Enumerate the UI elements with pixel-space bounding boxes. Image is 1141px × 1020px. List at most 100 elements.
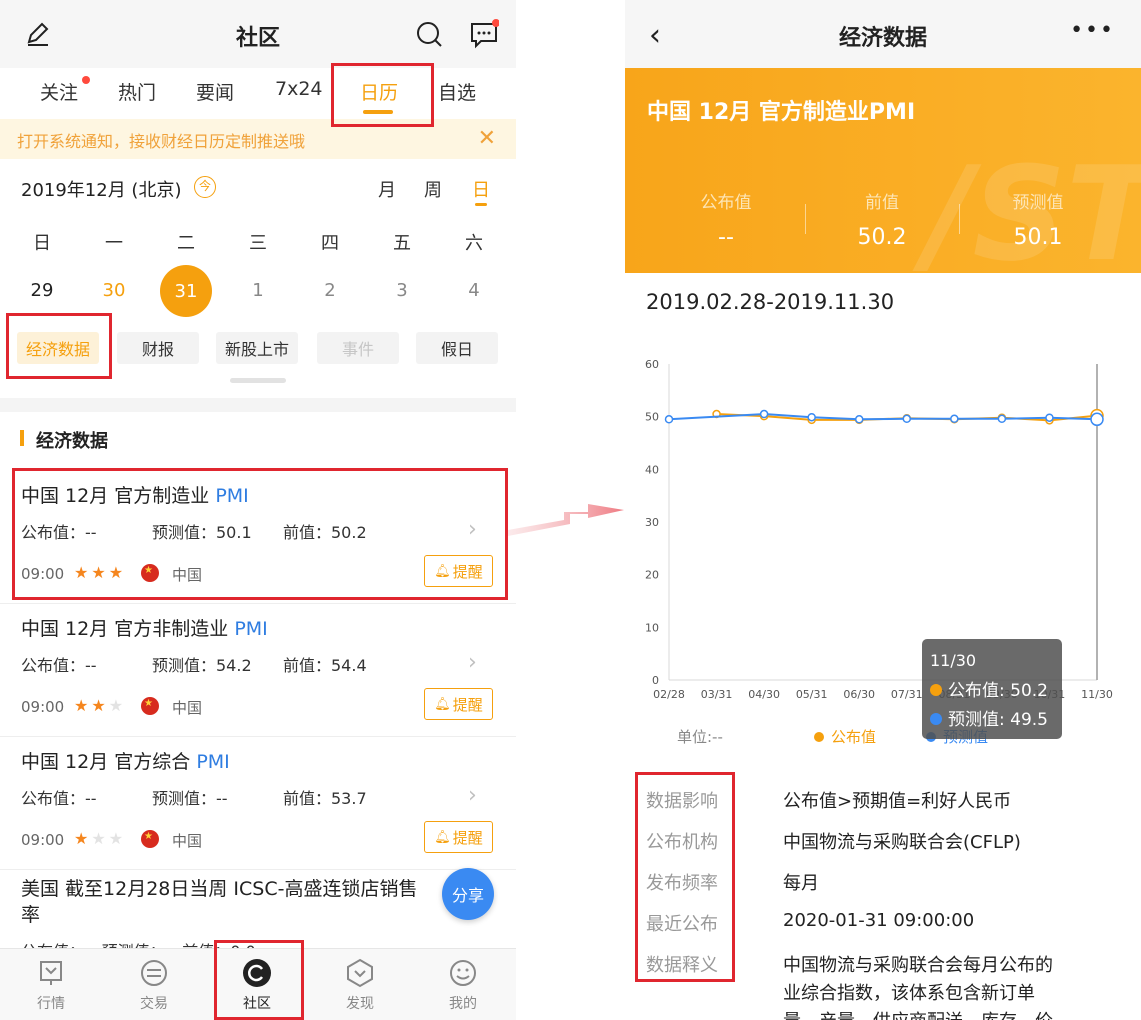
list-item[interactable]: 中国 12月 官方综合 PMI 公布值：-- 预测值：-- 前值：53.7 › … (0, 737, 516, 870)
divider (959, 204, 960, 234)
calendar-day[interactable]: 2 (310, 280, 350, 301)
tabbar-trade[interactable]: 交易 (124, 957, 184, 1013)
unread-dot (82, 76, 90, 84)
weekday-label: 日 (33, 233, 51, 254)
calendar-header: 2019年12月 (北京) 今 月 周 日 (0, 172, 516, 212)
calendar-day[interactable]: 29 (22, 280, 62, 301)
tab-news[interactable]: 要闻 (196, 78, 234, 105)
section-title-text: 经济数据 (36, 431, 108, 452)
drag-handle[interactable] (230, 378, 286, 383)
section-divider (0, 398, 516, 412)
community-screen: 社区 关注 热门 要闻 7x24 日历 自选 打开系统通知，接收财经日历定制推送… (0, 0, 516, 1020)
data-point (664, 415, 674, 424)
share-button[interactable]: 分享 (442, 868, 494, 920)
y-tick-label: 20 (645, 569, 659, 582)
item-title-line: 率 (21, 904, 41, 926)
indicator-title: 中国 12月 官方制造业PMI (647, 100, 916, 125)
tabbar-profile[interactable]: 我的 (433, 957, 493, 1013)
country-label: 中国 (172, 832, 203, 850)
current-month[interactable]: 2019年12月 (北京) (21, 176, 181, 202)
data-point (997, 414, 1007, 424)
category-ipo[interactable]: 新股上市 (216, 332, 298, 364)
data-point (902, 414, 912, 424)
list-item[interactable]: 中国 12月 官方非制造业 PMI 公布值：-- 预测值：54.2 前值：54.… (0, 604, 516, 737)
category-earnings[interactable]: 财报 (117, 332, 199, 364)
forecast-value: 预测值：-- (152, 789, 228, 808)
indicator-banner: /ST 中国 12月 官方制造业PMI 公布值 -- 前值 50.2 预测值 5… (625, 68, 1141, 273)
data-point (950, 414, 959, 424)
y-tick-label: 50 (645, 411, 659, 424)
remind-button[interactable]: 🔔︎ 提醒 (424, 821, 493, 853)
calendar-day-selected[interactable]: 31 (160, 265, 212, 317)
data-point (854, 415, 864, 424)
y-tick-label: 40 (645, 463, 659, 476)
y-tick-label: 10 (645, 621, 659, 634)
data-point (1090, 412, 1104, 427)
category-holidays[interactable]: 假日 (416, 332, 498, 364)
calendar-day[interactable]: 3 (382, 280, 422, 301)
connector-arrow-icon (508, 504, 624, 536)
discover-icon (344, 957, 376, 989)
tabbar-market[interactable]: 行情 (21, 957, 81, 1013)
notification-text: 打开系统通知，接收财经日历定制推送哦 (17, 132, 306, 151)
item-title: 中国 12月 官方综合 PMI (21, 751, 230, 773)
line-chart[interactable]: 0 10 20 30 40 50 60 02/28 03/31 04/30 05/31 06/30 07… (625, 350, 1141, 760)
release-time: 09:00 (21, 831, 65, 849)
tooltip-marker (930, 684, 942, 696)
tooltip-line: 公布值: 50.2 (948, 681, 1048, 701)
message-icon[interactable] (468, 18, 500, 50)
date-range: 2019.02.28-2019.11.30 (646, 290, 895, 314)
importance-stars: ★★★ (74, 829, 127, 848)
series-line-1 (668, 413, 1098, 421)
highlight-box-economic-category (6, 313, 112, 379)
view-month[interactable]: 月 (378, 176, 396, 202)
item-title-line: 美国 截至12月28日当周 ICSC-高盛连锁店销售 (21, 878, 418, 900)
category-events[interactable]: 事件 (317, 332, 399, 364)
calendar-day[interactable]: 30 (94, 280, 134, 301)
x-tick-label: 02/28 (653, 688, 685, 701)
x-tick-label: 06/30 (843, 688, 875, 701)
more-icon[interactable]: ••• (1070, 18, 1115, 43)
banner-published: 公布值 -- (700, 193, 752, 250)
weekday-label: 六 (465, 233, 483, 254)
item-title-partial[interactable]: 美国 截至12月28日当周 ICSC-高盛连锁店销售 率 (21, 876, 491, 928)
mask (1065, 944, 1141, 1020)
weekday-label: 五 (393, 233, 411, 254)
china-flag-icon (141, 830, 159, 848)
legend-label: 公布值 (831, 728, 876, 746)
tabbar-discover[interactable]: 发现 (330, 957, 390, 1013)
smile-icon (447, 957, 479, 989)
highlight-box-calendar-tab (331, 63, 434, 127)
highlight-box-community-tab (214, 940, 304, 1020)
y-tick-label: 30 (645, 516, 659, 529)
remind-button[interactable]: 🔔︎ 提醒 (424, 688, 493, 720)
tab-hot[interactable]: 热门 (118, 78, 156, 105)
today-icon[interactable]: 今 (194, 176, 216, 198)
view-week[interactable]: 周 (424, 176, 442, 202)
banner-forecast: 预测值 50.1 (1012, 193, 1064, 250)
calendar-day[interactable]: 1 (238, 280, 278, 301)
country-label: 中国 (172, 699, 203, 717)
tab-7x24[interactable]: 7x24 (275, 78, 323, 100)
active-view-indicator (475, 203, 487, 206)
view-day[interactable]: 日 (472, 176, 490, 202)
highlight-box-info-keys (635, 772, 735, 982)
x-tick-label: 07/31 (891, 688, 923, 701)
published-value: 公布值：-- (21, 789, 97, 808)
top-nav-bar: 社区 (0, 0, 516, 68)
tab-watchlist[interactable]: 自选 (438, 78, 476, 105)
previous-value: 前值：53.7 (283, 789, 367, 808)
weekday-label: 三 (249, 233, 267, 254)
search-icon[interactable] (413, 18, 445, 50)
channel-tabs: 关注 热门 要闻 7x24 日历 自选 (0, 68, 516, 118)
y-tick-label: 60 (645, 358, 659, 371)
forecast-value: 预测值：54.2 (152, 656, 252, 675)
calendar-day[interactable]: 4 (454, 280, 494, 301)
published-value: 公布值：-- (21, 656, 97, 675)
x-tick-label: 04/30 (748, 688, 780, 701)
bell-icon: 🔔︎ (434, 696, 451, 712)
notification-banner[interactable]: 打开系统通知，接收财经日历定制推送哦 ✕ (0, 119, 516, 159)
close-icon[interactable]: ✕ (478, 126, 496, 151)
tab-follow[interactable]: 关注 (40, 78, 78, 105)
item-title: 中国 12月 官方非制造业 PMI (21, 618, 268, 640)
